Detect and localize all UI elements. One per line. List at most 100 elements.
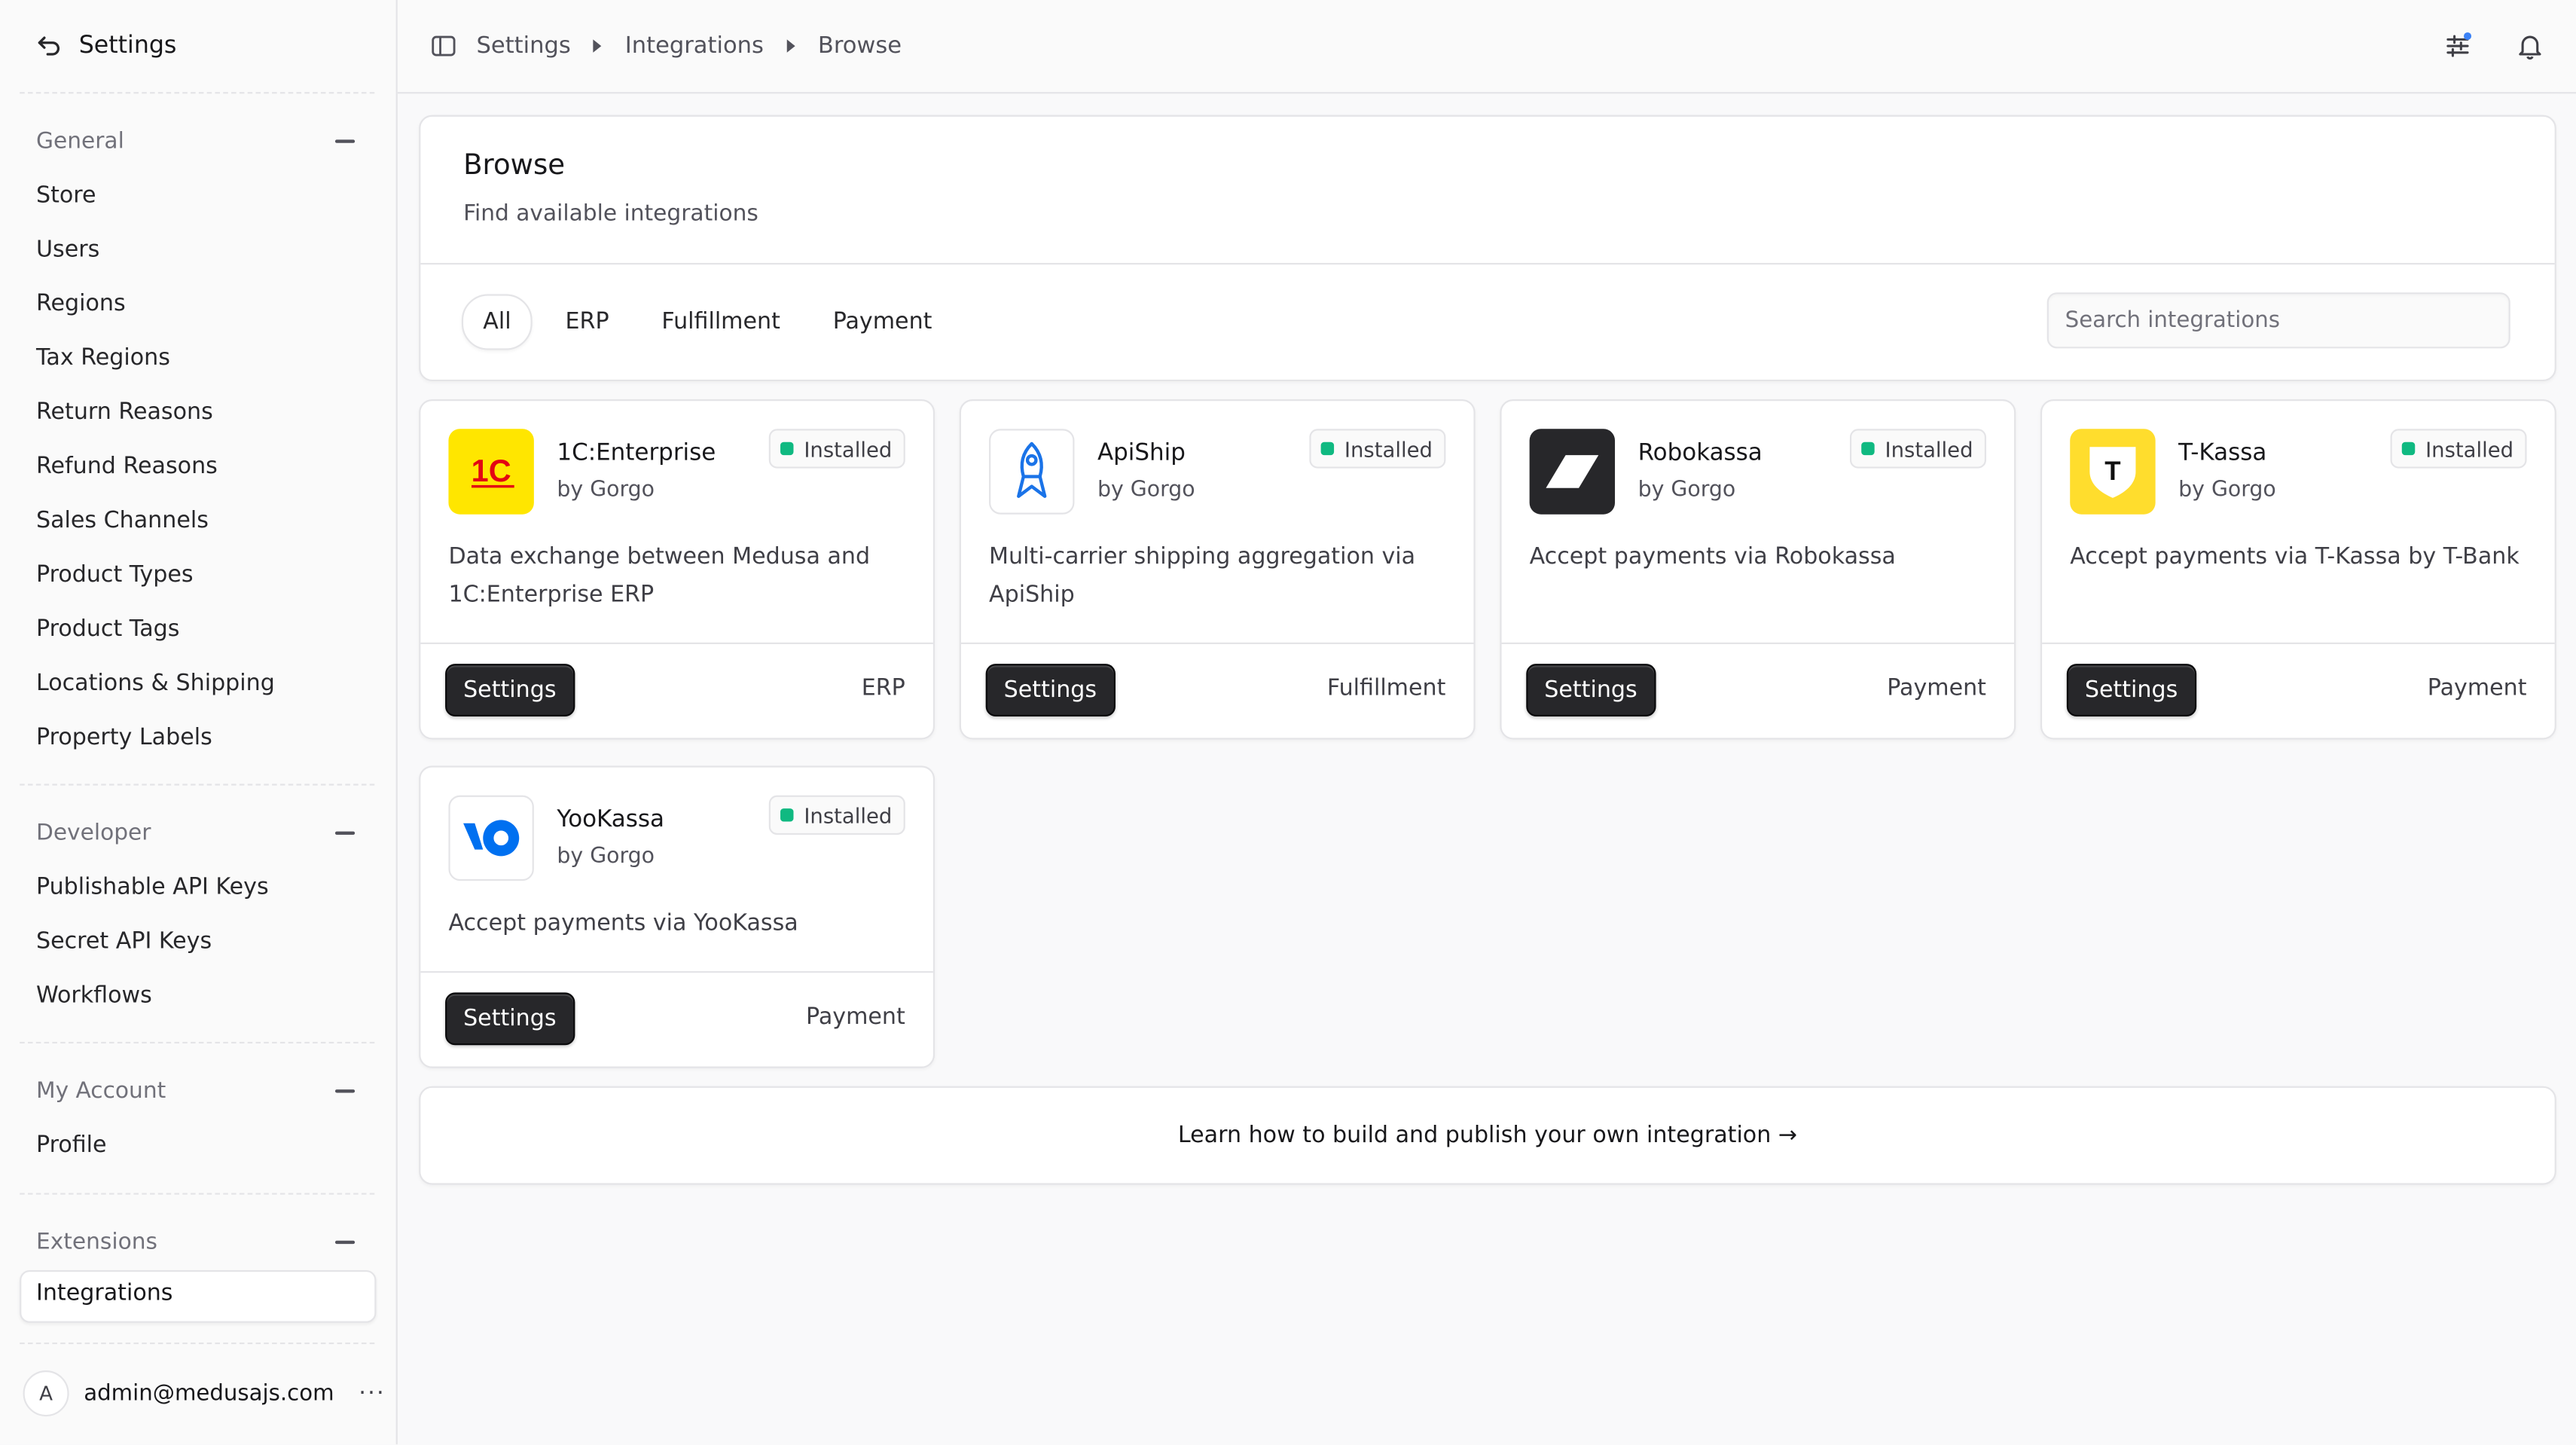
collapse-icon[interactable] (334, 1089, 356, 1093)
collapse-icon[interactable] (334, 1241, 356, 1244)
integration-author: by Gorgo (557, 478, 655, 503)
group-developer-header[interactable]: Developer (36, 817, 356, 850)
sidebar-item-profile[interactable]: Profile (36, 1129, 107, 1162)
status-dot-icon (2402, 441, 2416, 456)
settings-button[interactable]: Settings (445, 664, 575, 716)
sidebar-item-property-labels[interactable]: Property Labels (36, 722, 212, 755)
integration-card-robokassa: Robokassa by Gorgo Installed Accept paym… (1500, 399, 2016, 740)
integration-name: YooKassa (557, 806, 664, 833)
sidebar-item-regions[interactable]: Regions (36, 288, 126, 321)
sidebar-item-secret-api-keys[interactable]: Secret API Keys (36, 925, 212, 958)
settings-button[interactable]: Settings (445, 992, 575, 1046)
sidebar-item-store[interactable]: Store (36, 179, 96, 212)
integration-author: by Gorgo (1097, 478, 1195, 503)
sidebar-toggle-icon[interactable] (430, 33, 456, 60)
integration-description: Multi-carrier shipping aggregation via A… (989, 543, 1416, 609)
sidebar-title: Settings (78, 32, 177, 60)
integration-description: Accept payments via T-Kassa by T-Bank (2070, 543, 2520, 570)
breadcrumb-separator-icon (594, 39, 603, 53)
settings-sliders-icon[interactable] (2440, 28, 2476, 64)
card-footer: Settings Payment (2042, 642, 2555, 738)
svg-text:T: T (2104, 457, 2120, 486)
page-title: Browse (463, 149, 566, 183)
sidebar: Settings General Store Users Regions Tax… (0, 0, 398, 1445)
integration-description: Data exchange between Medusa and 1C:Ente… (448, 543, 871, 609)
yookassa-logo-icon (448, 795, 534, 881)
integration-author: by Gorgo (557, 845, 655, 869)
status-dot-icon (780, 808, 795, 822)
collapse-icon[interactable] (334, 832, 356, 835)
sidebar-item-sales-channels[interactable]: Sales Channels (36, 505, 209, 538)
integration-card-1c-enterprise: 1C 1C:Enterprise by Gorgo Installed Data… (419, 399, 935, 740)
divider (20, 1193, 375, 1195)
sidebar-item-refund-reasons[interactable]: Refund Reasons (36, 451, 218, 484)
integration-name: ApiShip (1097, 440, 1186, 467)
learn-build-integration-link[interactable]: Learn how to build and publish your own … (419, 1086, 2556, 1185)
integration-card-t-kassa: T T-Kassa by Gorgo Installed Accept paym… (2040, 399, 2556, 740)
user-menu[interactable]: A admin@medusajs.com ··· (23, 1370, 386, 1417)
card-footer: Settings Payment (420, 971, 933, 1067)
breadcrumb-integrations[interactable]: Integrations (625, 33, 764, 60)
integration-name: 1C:Enterprise (557, 440, 716, 467)
page-subtitle: Find available integrations (463, 200, 758, 227)
category-label: Payment (806, 1004, 905, 1031)
collapse-icon[interactable] (334, 139, 356, 143)
user-email: admin@medusajs.com (84, 1381, 334, 1406)
sidebar-item-locations-shipping[interactable]: Locations & Shipping (36, 668, 275, 701)
divider (20, 784, 375, 786)
integration-author: by Gorgo (1637, 478, 1736, 503)
integration-author: by Gorgo (2178, 478, 2276, 503)
sidebar-item-publishable-api-keys[interactable]: Publishable API Keys (36, 871, 269, 904)
more-options-icon[interactable]: ··· (359, 1380, 386, 1407)
integration-card-apiship: ApiShip by Gorgo Installed Multi-carrier… (959, 399, 1476, 740)
breadcrumb-separator-icon (786, 39, 795, 53)
back-to-settings[interactable]: Settings (36, 26, 176, 66)
category-label: Fulfillment (1326, 675, 1446, 702)
sidebar-item-return-reasons[interactable]: Return Reasons (36, 396, 213, 429)
status-badge: Installed (1850, 429, 1986, 469)
sidebar-item-tax-regions[interactable]: Tax Regions (36, 342, 170, 375)
group-extensions-header[interactable]: Extensions (36, 1226, 356, 1259)
sidebar-item-workflows[interactable]: Workflows (36, 979, 152, 1013)
category-label: Payment (1887, 675, 1986, 702)
robokassa-logo-icon (1529, 429, 1616, 515)
svg-text:1C: 1C (472, 453, 511, 488)
search-input[interactable] (2046, 292, 2510, 349)
1c-logo-icon: 1C (448, 429, 534, 515)
status-badge: Installed (1310, 429, 1446, 469)
tab-all[interactable]: All (461, 294, 533, 350)
status-dot-icon (1321, 441, 1335, 456)
back-arrow-icon (38, 36, 60, 56)
browse-panel: Browse Find available integrations All E… (419, 115, 2556, 382)
sidebar-item-users[interactable]: Users (36, 234, 99, 267)
integration-description: Accept payments via Robokassa (1529, 543, 1896, 570)
group-general-header[interactable]: General (36, 125, 356, 158)
tab-payment[interactable]: Payment (813, 296, 952, 349)
sidebar-item-integrations[interactable]: Integrations (20, 1270, 377, 1323)
settings-button[interactable]: Settings (985, 664, 1116, 716)
category-label: ERP (861, 675, 905, 702)
card-footer: Settings Payment (1501, 642, 2015, 738)
card-footer: Settings ERP (420, 642, 933, 738)
sidebar-item-product-tags[interactable]: Product Tags (36, 613, 179, 646)
notifications-bell-icon[interactable] (2512, 28, 2548, 64)
tab-fulfillment[interactable]: Fulfillment (642, 296, 800, 349)
settings-button[interactable]: Settings (2066, 664, 2196, 716)
avatar: A (23, 1370, 69, 1417)
category-label: Payment (2427, 675, 2527, 702)
status-badge: Installed (769, 795, 905, 836)
status-dot-icon (780, 441, 795, 456)
status-badge: Installed (2391, 429, 2527, 469)
integration-card-yookassa: YooKassa by Gorgo Installed Accept payme… (419, 765, 935, 1068)
group-my-account-header[interactable]: My Account (36, 1074, 356, 1107)
tkassa-shield-icon: T (2070, 429, 2156, 515)
tab-erp[interactable]: ERP (545, 296, 628, 349)
integration-name: T-Kassa (2178, 440, 2267, 467)
topbar: Settings Integrations Browse (397, 0, 2576, 94)
settings-button[interactable]: Settings (1526, 664, 1656, 716)
status-badge: Installed (769, 429, 905, 469)
breadcrumb-browse: Browse (817, 32, 902, 60)
status-dot-icon (1861, 441, 1876, 456)
breadcrumb-settings[interactable]: Settings (477, 33, 571, 60)
sidebar-item-product-types[interactable]: Product Types (36, 559, 194, 592)
